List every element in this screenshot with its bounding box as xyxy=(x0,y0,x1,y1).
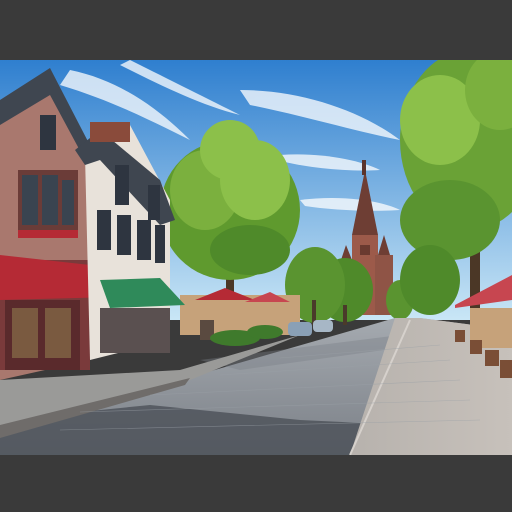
street-illustration xyxy=(0,60,512,455)
image-frame xyxy=(0,0,512,512)
street-scene xyxy=(0,60,512,455)
